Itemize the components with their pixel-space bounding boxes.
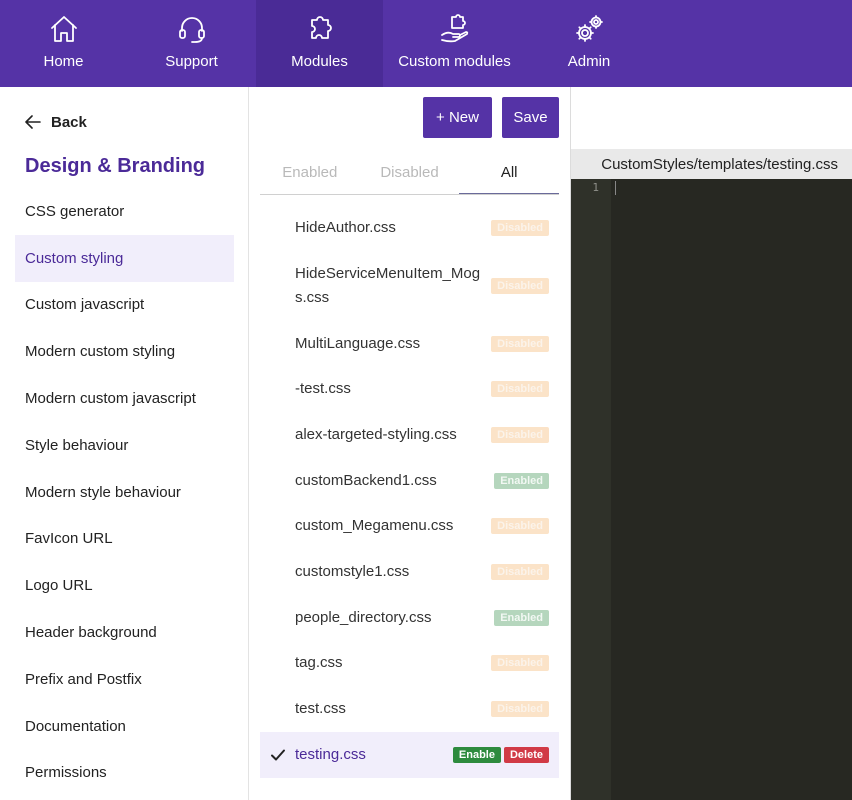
back-button[interactable]: Back: [24, 111, 87, 133]
headset-icon: [178, 17, 205, 43]
file-panel: + New Save Enabled Disabled All HideAuth…: [250, 87, 570, 800]
line-number: 1: [592, 181, 599, 194]
tab-enabled[interactable]: Enabled: [260, 151, 360, 194]
enable-button[interactable]: Enable: [452, 746, 501, 763]
tab-disabled[interactable]: Disabled: [360, 151, 460, 194]
file-name: customstyle1.css: [295, 562, 410, 580]
sidebar-item-custom-javascript[interactable]: Custom javascript: [15, 282, 234, 329]
sidebar-item-css-generator[interactable]: CSS generator: [15, 188, 234, 235]
sidebar-item-documentation[interactable]: Documentation: [15, 703, 234, 750]
section-title: Design & Branding: [25, 155, 206, 177]
nav-home-label: Home: [43, 53, 84, 70]
hand-puzzle-icon: [440, 14, 468, 43]
file-row[interactable]: alex-targeted-styling.css Disabled: [260, 412, 559, 458]
sidebar-item-custom-styling[interactable]: Custom styling: [15, 234, 234, 282]
file-name: tag.css: [295, 654, 343, 672]
status-badge: Disabled: [491, 426, 549, 443]
sidebar-item-modern-custom-styling[interactable]: Modern custom styling: [15, 328, 234, 375]
file-name: MultiLanguage.css: [295, 334, 421, 352]
file-path: CustomStyles/templates/testing.css: [571, 149, 852, 179]
nav-support[interactable]: Support: [127, 0, 256, 87]
status-badge: Disabled: [491, 219, 549, 236]
new-file-button[interactable]: + New: [423, 97, 492, 138]
file-name: HideAuthor.css: [295, 218, 396, 236]
file-name: HideServiceMenuItem_Mogs.css: [295, 264, 481, 306]
code-editor[interactable]: 1: [571, 179, 852, 800]
file-name: alex-targeted-styling.css: [295, 425, 457, 443]
file-row[interactable]: customstyle1.css Disabled: [260, 549, 559, 595]
settings-sidebar: Back Design & Branding CSS generator Cus…: [0, 87, 249, 800]
nav-support-label: Support: [165, 53, 218, 70]
file-row-selected[interactable]: testing.css Enable Delete: [260, 731, 559, 778]
delete-button[interactable]: Delete: [503, 746, 549, 763]
sidebar-item-modern-style-behaviour[interactable]: Modern style behaviour: [15, 469, 234, 516]
sidebar-menu: CSS generator Custom styling Custom java…: [15, 188, 234, 796]
nav-custom-modules[interactable]: Custom modules: [383, 0, 526, 87]
file-row[interactable]: test.css Disabled: [260, 686, 559, 732]
nav-modules-label: Modules: [291, 53, 348, 70]
nav-modules[interactable]: Modules: [256, 0, 383, 87]
file-row[interactable]: MultiLanguage.css Disabled: [260, 321, 559, 367]
arrow-left-icon: [25, 115, 41, 129]
file-name: test.css: [295, 700, 346, 718]
sidebar-item-style-behaviour[interactable]: Style behaviour: [15, 422, 234, 469]
file-row[interactable]: people_directory.css Enabled: [260, 595, 559, 641]
sidebar-item-permissions[interactable]: Permissions: [15, 750, 234, 797]
nav-home[interactable]: Home: [0, 0, 127, 87]
editor-pane: CustomStyles/templates/testing.css 1: [570, 87, 852, 800]
tab-all[interactable]: All: [459, 151, 560, 194]
gears-icon: [576, 15, 603, 42]
status-badge: Enabled: [494, 472, 549, 489]
status-badge: Disabled: [491, 701, 549, 718]
status-badge: Enabled: [494, 609, 549, 626]
file-row[interactable]: -test.css Disabled: [260, 366, 559, 412]
status-badge: Disabled: [491, 335, 549, 352]
file-row[interactable]: custom_Megamenu.css Disabled: [260, 503, 559, 549]
top-navigation: Home Support Modules Custom modules Admi…: [0, 0, 852, 87]
text-cursor: [615, 181, 616, 195]
file-row[interactable]: customBackend1.css Enabled: [260, 458, 559, 504]
line-gutter: 1: [571, 179, 611, 800]
puzzle-icon: [310, 16, 332, 39]
sidebar-item-favicon-url[interactable]: FavIcon URL: [15, 516, 234, 563]
sidebar-item-modern-custom-javascript[interactable]: Modern custom javascript: [15, 375, 234, 422]
file-name: customBackend1.css: [295, 471, 437, 489]
sidebar-item-logo-url[interactable]: Logo URL: [15, 562, 234, 609]
file-name: -test.css: [295, 380, 351, 398]
sidebar-item-prefix-postfix[interactable]: Prefix and Postfix: [15, 656, 234, 703]
file-row[interactable]: HideAuthor.css Disabled: [260, 205, 559, 251]
status-badge: Disabled: [491, 518, 549, 535]
home-icon: [50, 16, 77, 42]
nav-admin-label: Admin: [567, 53, 611, 70]
file-row[interactable]: HideServiceMenuItem_Mogs.css Disabled: [260, 251, 559, 321]
sidebar-item-header-background[interactable]: Header background: [15, 609, 234, 656]
save-button[interactable]: Save: [502, 97, 559, 138]
file-name: people_directory.css: [295, 608, 432, 626]
filter-tabs: Enabled Disabled All: [260, 151, 560, 195]
status-badge: Disabled: [491, 655, 549, 672]
status-badge: Disabled: [491, 381, 549, 398]
file-name: custom_Megamenu.css: [295, 517, 454, 535]
back-label: Back: [51, 113, 87, 131]
checkmark-icon: [269, 746, 287, 764]
nav-admin[interactable]: Admin: [526, 0, 652, 87]
status-badge: Disabled: [491, 277, 549, 294]
file-list: HideAuthor.css Disabled HideServiceMenuI…: [260, 205, 559, 778]
status-badge: Disabled: [491, 563, 549, 580]
file-row[interactable]: tag.css Disabled: [260, 641, 559, 687]
nav-custom-modules-label: Custom modules: [398, 53, 511, 70]
